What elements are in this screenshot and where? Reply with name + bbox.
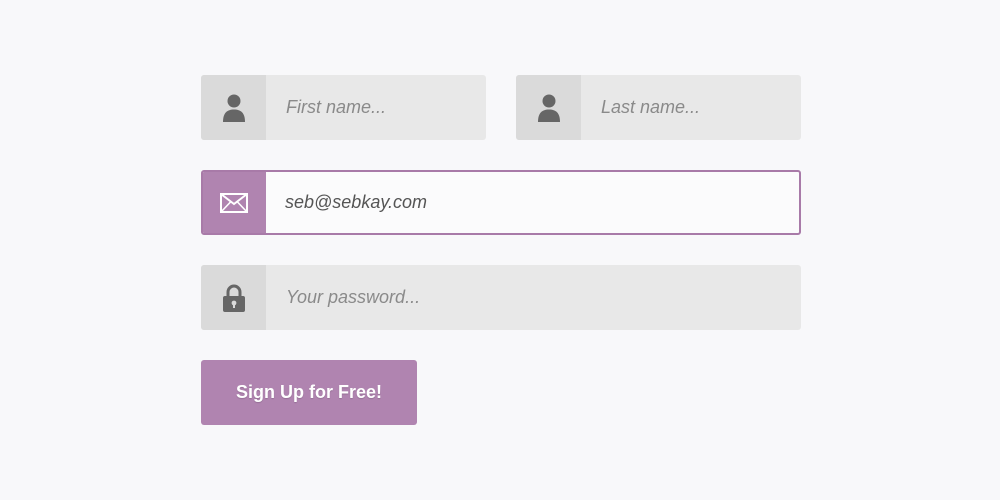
envelope-icon xyxy=(219,192,248,213)
first-name-input[interactable] xyxy=(266,75,486,140)
email-row xyxy=(201,170,801,235)
password-field xyxy=(201,265,801,330)
email-input[interactable] xyxy=(266,172,799,233)
first-name-field xyxy=(201,75,486,140)
user-icon xyxy=(222,93,246,123)
sign-up-button[interactable]: Sign Up for Free! xyxy=(201,360,417,425)
password-input[interactable] xyxy=(266,265,801,330)
user-icon xyxy=(537,93,561,123)
last-name-input[interactable] xyxy=(581,75,801,140)
password-icon-box xyxy=(201,265,266,330)
first-name-icon-box xyxy=(201,75,266,140)
last-name-icon-box xyxy=(516,75,581,140)
email-icon-box xyxy=(203,172,266,233)
signup-form: Sign Up for Free! xyxy=(201,75,801,425)
name-row xyxy=(201,75,801,140)
last-name-field xyxy=(516,75,801,140)
signup-page: Sign Up for Free! xyxy=(0,0,1000,500)
email-field xyxy=(201,170,801,235)
password-row xyxy=(201,265,801,330)
lock-icon xyxy=(222,283,246,313)
